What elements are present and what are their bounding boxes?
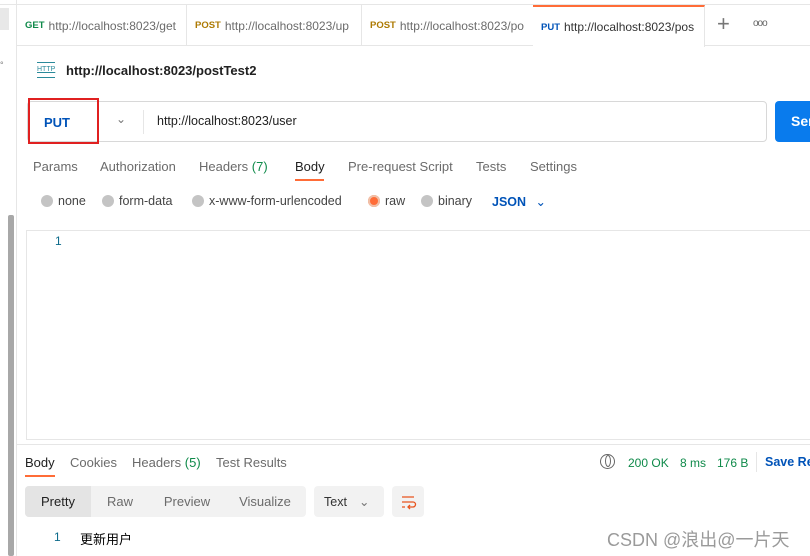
url-input[interactable]: http://localhost:8023/user	[157, 114, 297, 128]
response-size[interactable]: 176 B	[717, 456, 748, 470]
format-label: JSON	[492, 195, 527, 209]
highlight-box	[28, 98, 99, 144]
view-visualize[interactable]: Visualize	[225, 494, 305, 509]
chevron-down-icon: ⌄	[358, 495, 370, 509]
divider	[756, 452, 757, 472]
view-raw[interactable]: Raw	[91, 494, 149, 509]
headers-count: (5)	[184, 455, 201, 470]
response-content: 更新用户	[80, 532, 133, 547]
tab-pre-request-script[interactable]: Pre-request Script	[348, 159, 453, 174]
request-name[interactable]: http://localhost:8023/postTest2	[66, 63, 256, 78]
radio-label: form-data	[119, 194, 173, 208]
request-tab[interactable]: GET http://localhost:8023/get	[17, 5, 187, 46]
view-pretty[interactable]: Pretty	[25, 486, 91, 517]
radio-label: raw	[385, 194, 406, 208]
response-format-select[interactable]: Text ⌄	[314, 486, 384, 517]
format-label: Text	[324, 494, 347, 509]
active-tab-indicator	[25, 475, 55, 477]
sidebar-collapse[interactable]	[0, 8, 9, 30]
method-label: GET	[25, 20, 45, 31]
watermark: CSDN @浪出@一片天	[607, 530, 790, 550]
method-label: POST	[370, 20, 396, 31]
request-tab[interactable]: POST http://localhost:8023/po	[362, 5, 534, 46]
tab-label: Headers	[199, 159, 249, 174]
radio-icon	[41, 195, 53, 207]
body-editor[interactable]: 1	[26, 230, 810, 440]
response-status[interactable]: 200 OK	[628, 456, 669, 470]
divider	[17, 444, 810, 445]
body-format-select[interactable]: JSON ⌄	[492, 194, 546, 209]
wrap-lines-button[interactable]	[392, 486, 424, 517]
response-tab-test-results[interactable]: Test Results	[216, 455, 287, 470]
tab-headers[interactable]: Headers (7)	[199, 159, 268, 174]
view-preview[interactable]: Preview	[149, 494, 225, 509]
line-number: 1	[55, 234, 62, 248]
wrap-icon	[402, 496, 417, 510]
response-tab-cookies[interactable]: Cookies	[70, 455, 117, 470]
radio-icon	[102, 195, 114, 207]
radio-label: none	[58, 194, 86, 208]
url-bar: PUT ⌄ http://localhost:8023/user	[27, 101, 767, 142]
radio-raw[interactable]: raw	[368, 194, 405, 208]
more-tabs-button[interactable]: ooo	[753, 18, 768, 29]
request-tab[interactable]: POST http://localhost:8023/up	[187, 5, 362, 46]
scrollbar[interactable]	[8, 215, 14, 556]
headers-count: (7)	[251, 159, 268, 174]
tab-body[interactable]: Body	[295, 159, 325, 174]
save-response-button[interactable]: Save Re	[765, 455, 810, 469]
tab-settings[interactable]: Settings	[530, 159, 577, 174]
radio-none[interactable]: none	[41, 194, 86, 208]
tab-bar: GET http://localhost:8023/get POST http://…	[17, 5, 810, 47]
response-time[interactable]: 8 ms	[680, 456, 706, 470]
response-view-toggle: Pretty Raw Preview Visualize	[25, 486, 306, 517]
chevron-down-icon: ⌄	[535, 195, 547, 209]
tab-url: http://localhost:8023/up	[224, 18, 349, 33]
sidebar-dot: °	[0, 60, 4, 70]
tab-authorization[interactable]: Authorization	[100, 159, 176, 174]
tab-label: Headers	[132, 455, 182, 470]
response-tab-body[interactable]: Body	[25, 455, 55, 470]
radio-label: x-www-form-urlencoded	[209, 194, 342, 208]
radio-label: binary	[438, 194, 473, 208]
method-label: POST	[195, 20, 221, 31]
tab-params[interactable]: Params	[33, 159, 78, 174]
radio-selected-icon	[368, 195, 380, 207]
globe-icon[interactable]	[600, 454, 615, 469]
tab-url: http://localhost:8023/pos	[564, 20, 695, 34]
tab-url: http://localhost:8023/po	[399, 18, 524, 33]
send-button[interactable]: Send	[775, 101, 810, 142]
radio-binary[interactable]: binary	[421, 194, 472, 208]
response-tab-headers[interactable]: Headers (5)	[132, 455, 201, 470]
active-tab-indicator	[295, 179, 324, 181]
tab-tests[interactable]: Tests	[476, 159, 506, 174]
request-tab-active[interactable]: PUT http://localhost:8023/pos	[533, 5, 705, 47]
divider	[143, 110, 144, 134]
new-tab-button[interactable]: +	[717, 11, 730, 37]
method-label: PUT	[541, 21, 560, 33]
chevron-down-icon[interactable]: ⌄	[116, 112, 126, 126]
radio-icon	[421, 195, 433, 207]
radio-x-www-form-urlencoded[interactable]: x-www-form-urlencoded	[192, 194, 342, 208]
radio-form-data[interactable]: form-data	[102, 194, 173, 208]
radio-icon	[192, 195, 204, 207]
http-icon: HTTP	[37, 62, 55, 78]
tab-url: http://localhost:8023/get	[48, 18, 176, 33]
line-number: 1	[54, 530, 61, 544]
